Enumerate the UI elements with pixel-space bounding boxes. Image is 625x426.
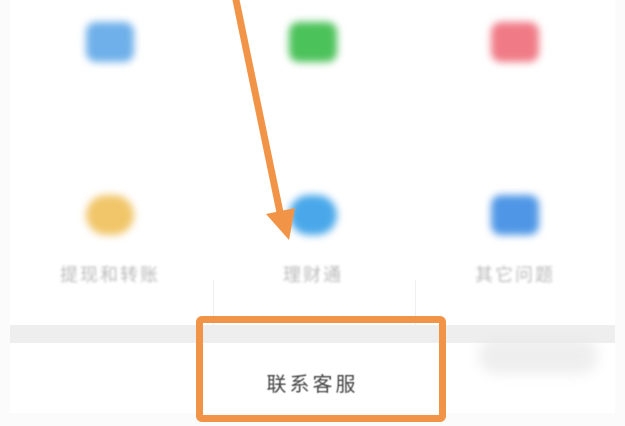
annotation-arrow-head <box>266 208 295 240</box>
annotation-arrow <box>232 0 295 240</box>
annotation-arrow-shaft <box>232 0 286 226</box>
